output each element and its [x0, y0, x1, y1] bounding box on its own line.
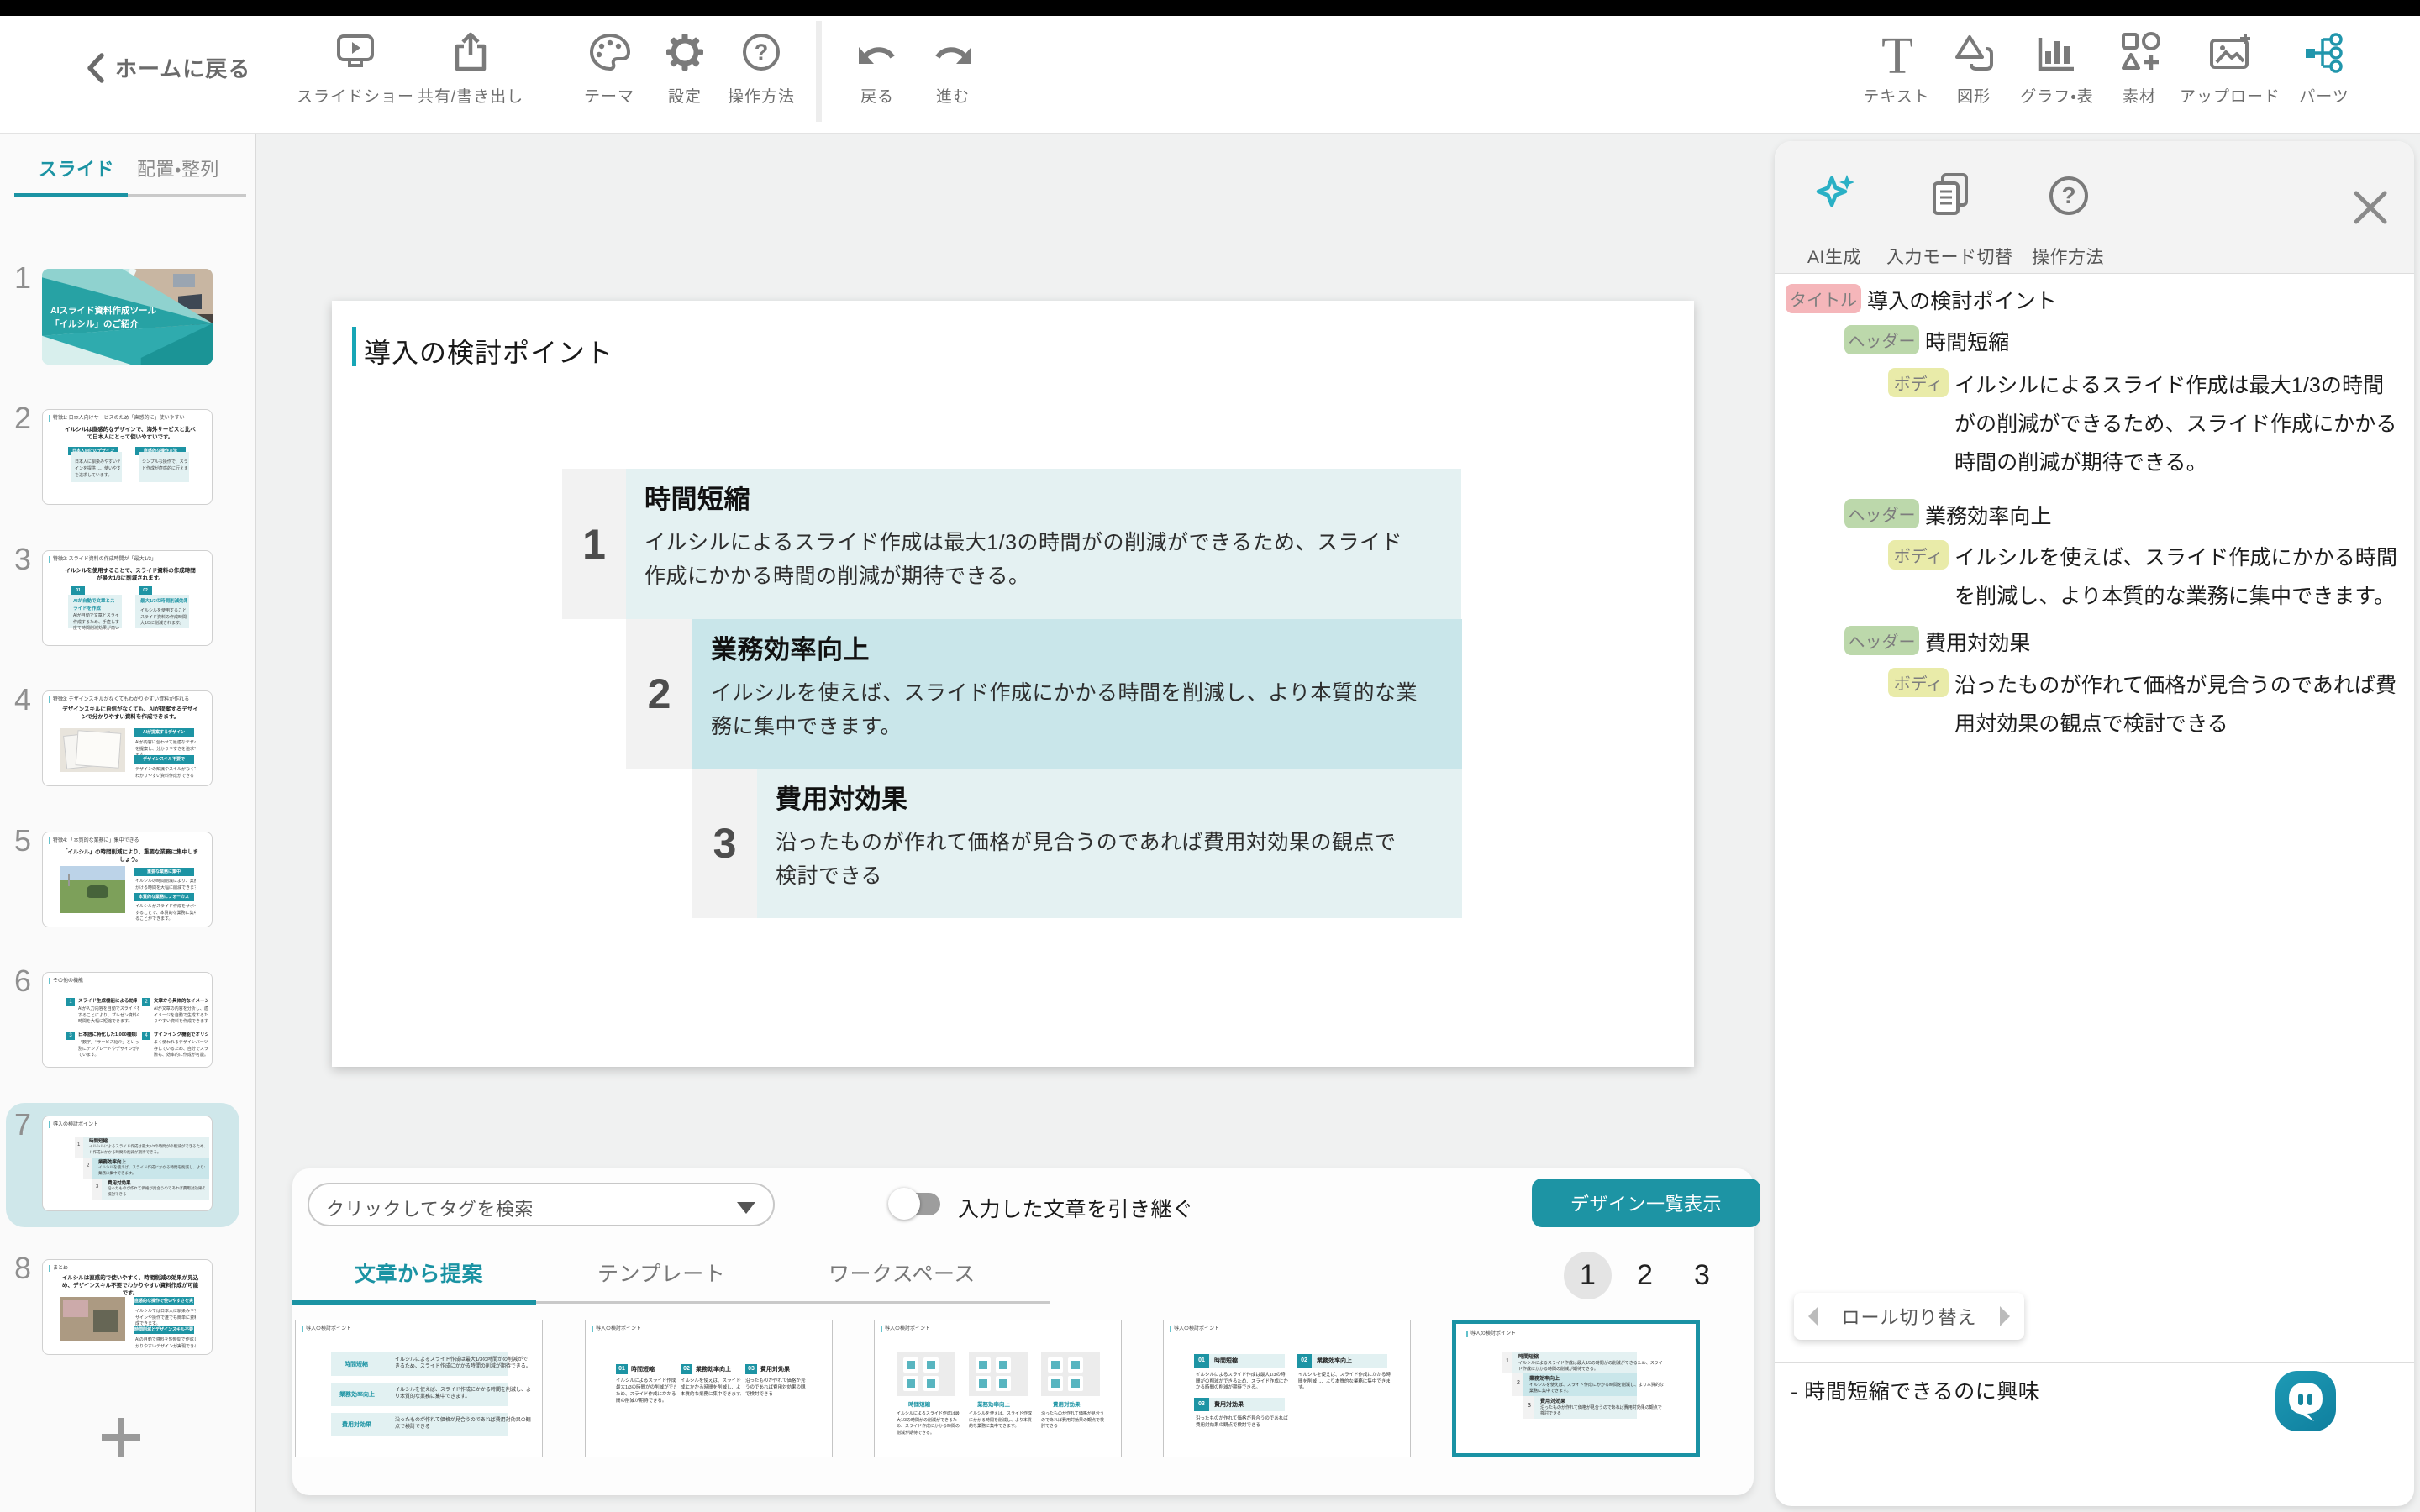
svg-text:?: ?	[755, 39, 769, 65]
svg-text:?: ?	[2061, 182, 2075, 208]
